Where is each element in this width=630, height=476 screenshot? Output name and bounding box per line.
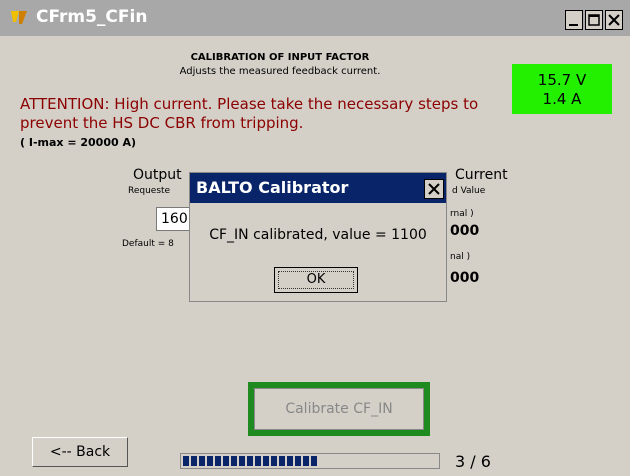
voltage-readout: 15.7 V: [537, 71, 587, 89]
step-progress-bar: [180, 453, 440, 469]
progress-segment: [263, 456, 269, 466]
output-requested-label: Requeste: [128, 186, 171, 196]
title-bar: CFrm5_CFin: [0, 0, 630, 36]
window-title: CFrm5_CFin: [36, 7, 148, 27]
maximize-icon: [588, 14, 600, 26]
progress-segment: [207, 456, 213, 466]
step-counter: 3 / 6: [455, 452, 491, 471]
message-dialog: BALTO Calibrator CF_IN calibrated, value…: [189, 172, 447, 302]
current-value-2: 000: [450, 270, 480, 286]
progress-segment: [183, 456, 189, 466]
progress-segment: [223, 456, 229, 466]
warning-message: ATTENTION: High current. Please take the…: [20, 95, 479, 132]
status-readout: 15.7 V 1.4 A: [512, 64, 612, 114]
progress-segment: [215, 456, 221, 466]
page-title: CALIBRATION OF INPUT FACTOR: [190, 52, 370, 63]
output-default-label: Default = 8: [122, 239, 174, 249]
current-readout: 1.4 A: [542, 90, 582, 108]
current-title: Current: [455, 167, 508, 183]
current-internal-label-2: nal ): [450, 252, 471, 262]
close-button[interactable]: [605, 10, 623, 30]
maximize-button[interactable]: [585, 10, 603, 30]
close-icon: [608, 14, 620, 26]
progress-segment: [247, 456, 253, 466]
dialog-close-button[interactable]: [424, 179, 444, 199]
calibrate-button[interactable]: Calibrate CF_IN: [254, 388, 424, 430]
progress-segment: [287, 456, 293, 466]
output-title: Output: [133, 167, 182, 183]
dialog-title: BALTO Calibrator: [196, 178, 349, 197]
progress-segment: [303, 456, 309, 466]
close-icon: [428, 183, 440, 195]
minimize-button[interactable]: [565, 10, 583, 30]
progress-segment: [191, 456, 197, 466]
progress-segment: [199, 456, 205, 466]
progress-segment: [311, 456, 317, 466]
ok-button[interactable]: OK: [274, 267, 358, 293]
app-logo-icon: [11, 11, 27, 24]
calibration-window: CFrm5_CFin CALIBRATION OF INPUT FACTOR A…: [0, 0, 630, 476]
progress-segment: [231, 456, 237, 466]
back-button[interactable]: <-- Back: [32, 437, 128, 467]
progress-fill: [183, 456, 317, 466]
current-measured-label: d Value: [452, 186, 486, 196]
progress-segment: [239, 456, 245, 466]
current-value: 000: [450, 223, 480, 239]
dialog-title-bar: BALTO Calibrator: [190, 173, 446, 203]
imax-label: ( I-max = 20000 A): [20, 136, 137, 149]
progress-segment: [295, 456, 301, 466]
dialog-message: CF_IN calibrated, value = 1100: [209, 227, 427, 243]
progress-segment: [271, 456, 277, 466]
progress-segment: [255, 456, 261, 466]
progress-segment: [279, 456, 285, 466]
page-subtitle: Adjusts the measured feedback current.: [179, 66, 381, 77]
minimize-icon: [569, 24, 578, 26]
ok-focus-ring: [278, 271, 354, 289]
calibrate-frame: Calibrate CF_IN: [248, 382, 430, 436]
current-internal-label: rnal ): [450, 209, 474, 219]
